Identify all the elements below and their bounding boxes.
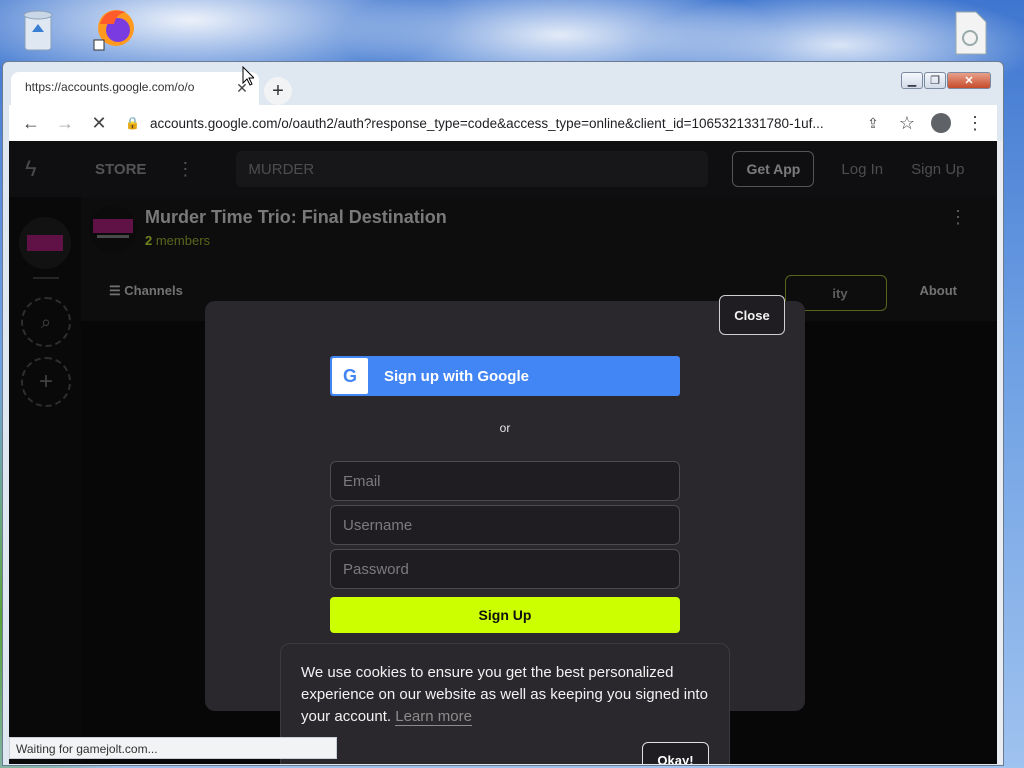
- address-text: accounts.google.com/o/oauth2/auth?respon…: [149, 115, 824, 131]
- username-field[interactable]: [330, 505, 680, 545]
- lock-icon: 🔒: [125, 116, 140, 130]
- browser-toolbar: ← → ✕ 🔒 accounts.google.com/o/oauth2/aut…: [9, 105, 997, 141]
- google-signup-button[interactable]: G Sign up with Google: [330, 356, 680, 396]
- or-divider: or: [499, 421, 511, 435]
- stop-button[interactable]: ✕: [85, 109, 113, 137]
- arrow-left-icon: ←: [22, 112, 40, 133]
- page-scrollbar[interactable]: [997, 141, 1003, 764]
- tab-title: https://accounts.google.com/o/o: [25, 80, 195, 94]
- more-vertical-icon: ⋮: [966, 112, 984, 133]
- plus-icon: +: [272, 79, 284, 102]
- new-tab-button[interactable]: +: [264, 77, 292, 105]
- document-icon[interactable]: [948, 8, 992, 56]
- web-page: ϟ STORE ⋮ MURDER Get App Log In Sign Up …: [9, 141, 997, 764]
- firefox-icon[interactable]: [92, 4, 136, 52]
- browser-tab[interactable]: https://accounts.google.com/o/o ✕: [11, 72, 259, 106]
- star-icon: ☆: [898, 112, 916, 133]
- minimize-button[interactable]: ▁: [901, 72, 923, 89]
- okay-button[interactable]: Okay!: [642, 742, 709, 764]
- cookie-text: We use cookies to ensure you get the bes…: [301, 664, 708, 725]
- google-signup-label: Sign up with Google: [384, 367, 529, 385]
- maximize-button[interactable]: ❐: [924, 72, 946, 89]
- recycle-bin-icon[interactable]: [16, 6, 60, 54]
- close-icon: ✕: [91, 112, 107, 133]
- google-logo-icon: G: [332, 358, 368, 394]
- signup-submit-button[interactable]: Sign Up: [330, 597, 680, 633]
- profile-button[interactable]: [927, 109, 955, 137]
- avatar-icon: [931, 113, 951, 133]
- tab-strip: https://accounts.google.com/o/o ✕ + ▁ ❐ …: [11, 72, 995, 106]
- share-icon: ⇪: [867, 114, 879, 131]
- learn-more-link[interactable]: Learn more: [395, 708, 472, 726]
- forward-button[interactable]: →: [51, 109, 79, 137]
- close-window-button[interactable]: ✕: [947, 72, 991, 89]
- back-button[interactable]: ←: [17, 109, 45, 137]
- menu-button[interactable]: ⋮: [961, 109, 989, 137]
- password-field[interactable]: [330, 549, 680, 589]
- window-controls: ▁ ❐ ✕: [901, 72, 991, 89]
- cookie-banner: We use cookies to ensure you get the bes…: [280, 643, 730, 764]
- email-field[interactable]: [330, 461, 680, 501]
- close-button[interactable]: Close: [719, 295, 785, 335]
- bookmark-button[interactable]: ☆: [893, 109, 921, 137]
- share-button[interactable]: ⇪: [859, 109, 887, 137]
- cookie-message: We use cookies to ensure you get the bes…: [301, 662, 711, 728]
- arrow-right-icon: →: [56, 112, 74, 133]
- status-bar: Waiting for gamejolt.com...: [9, 737, 337, 759]
- mouse-cursor-icon: [242, 66, 254, 86]
- address-bar[interactable]: 🔒 accounts.google.com/o/oauth2/auth?resp…: [119, 109, 853, 137]
- browser-window: https://accounts.google.com/o/o ✕ + ▁ ❐ …: [2, 61, 1004, 766]
